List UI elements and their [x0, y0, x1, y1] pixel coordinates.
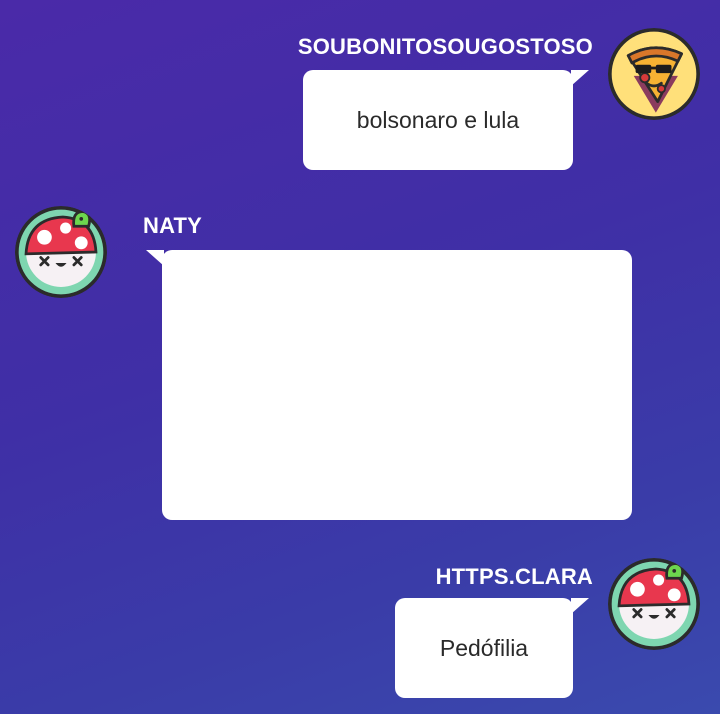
mushroom-icon[interactable]: [15, 206, 107, 298]
message-username: NATY: [143, 213, 203, 238]
message-text: bolsonaro e lula: [356, 106, 520, 133]
message-username: SOUBONITOSOUGOSTOSO: [297, 34, 593, 59]
message-text: Pedófilia: [439, 634, 529, 661]
message-username: HTTPS.CLARA: [435, 564, 593, 589]
pizza-sunglasses-icon[interactable]: [608, 28, 700, 120]
message-bubble[interactable]: bolsonaro e lula: [303, 70, 589, 170]
message-bubble[interactable]: [146, 250, 632, 520]
message-bubble[interactable]: Pedófilia: [395, 598, 589, 698]
mushroom-icon[interactable]: [608, 558, 700, 650]
